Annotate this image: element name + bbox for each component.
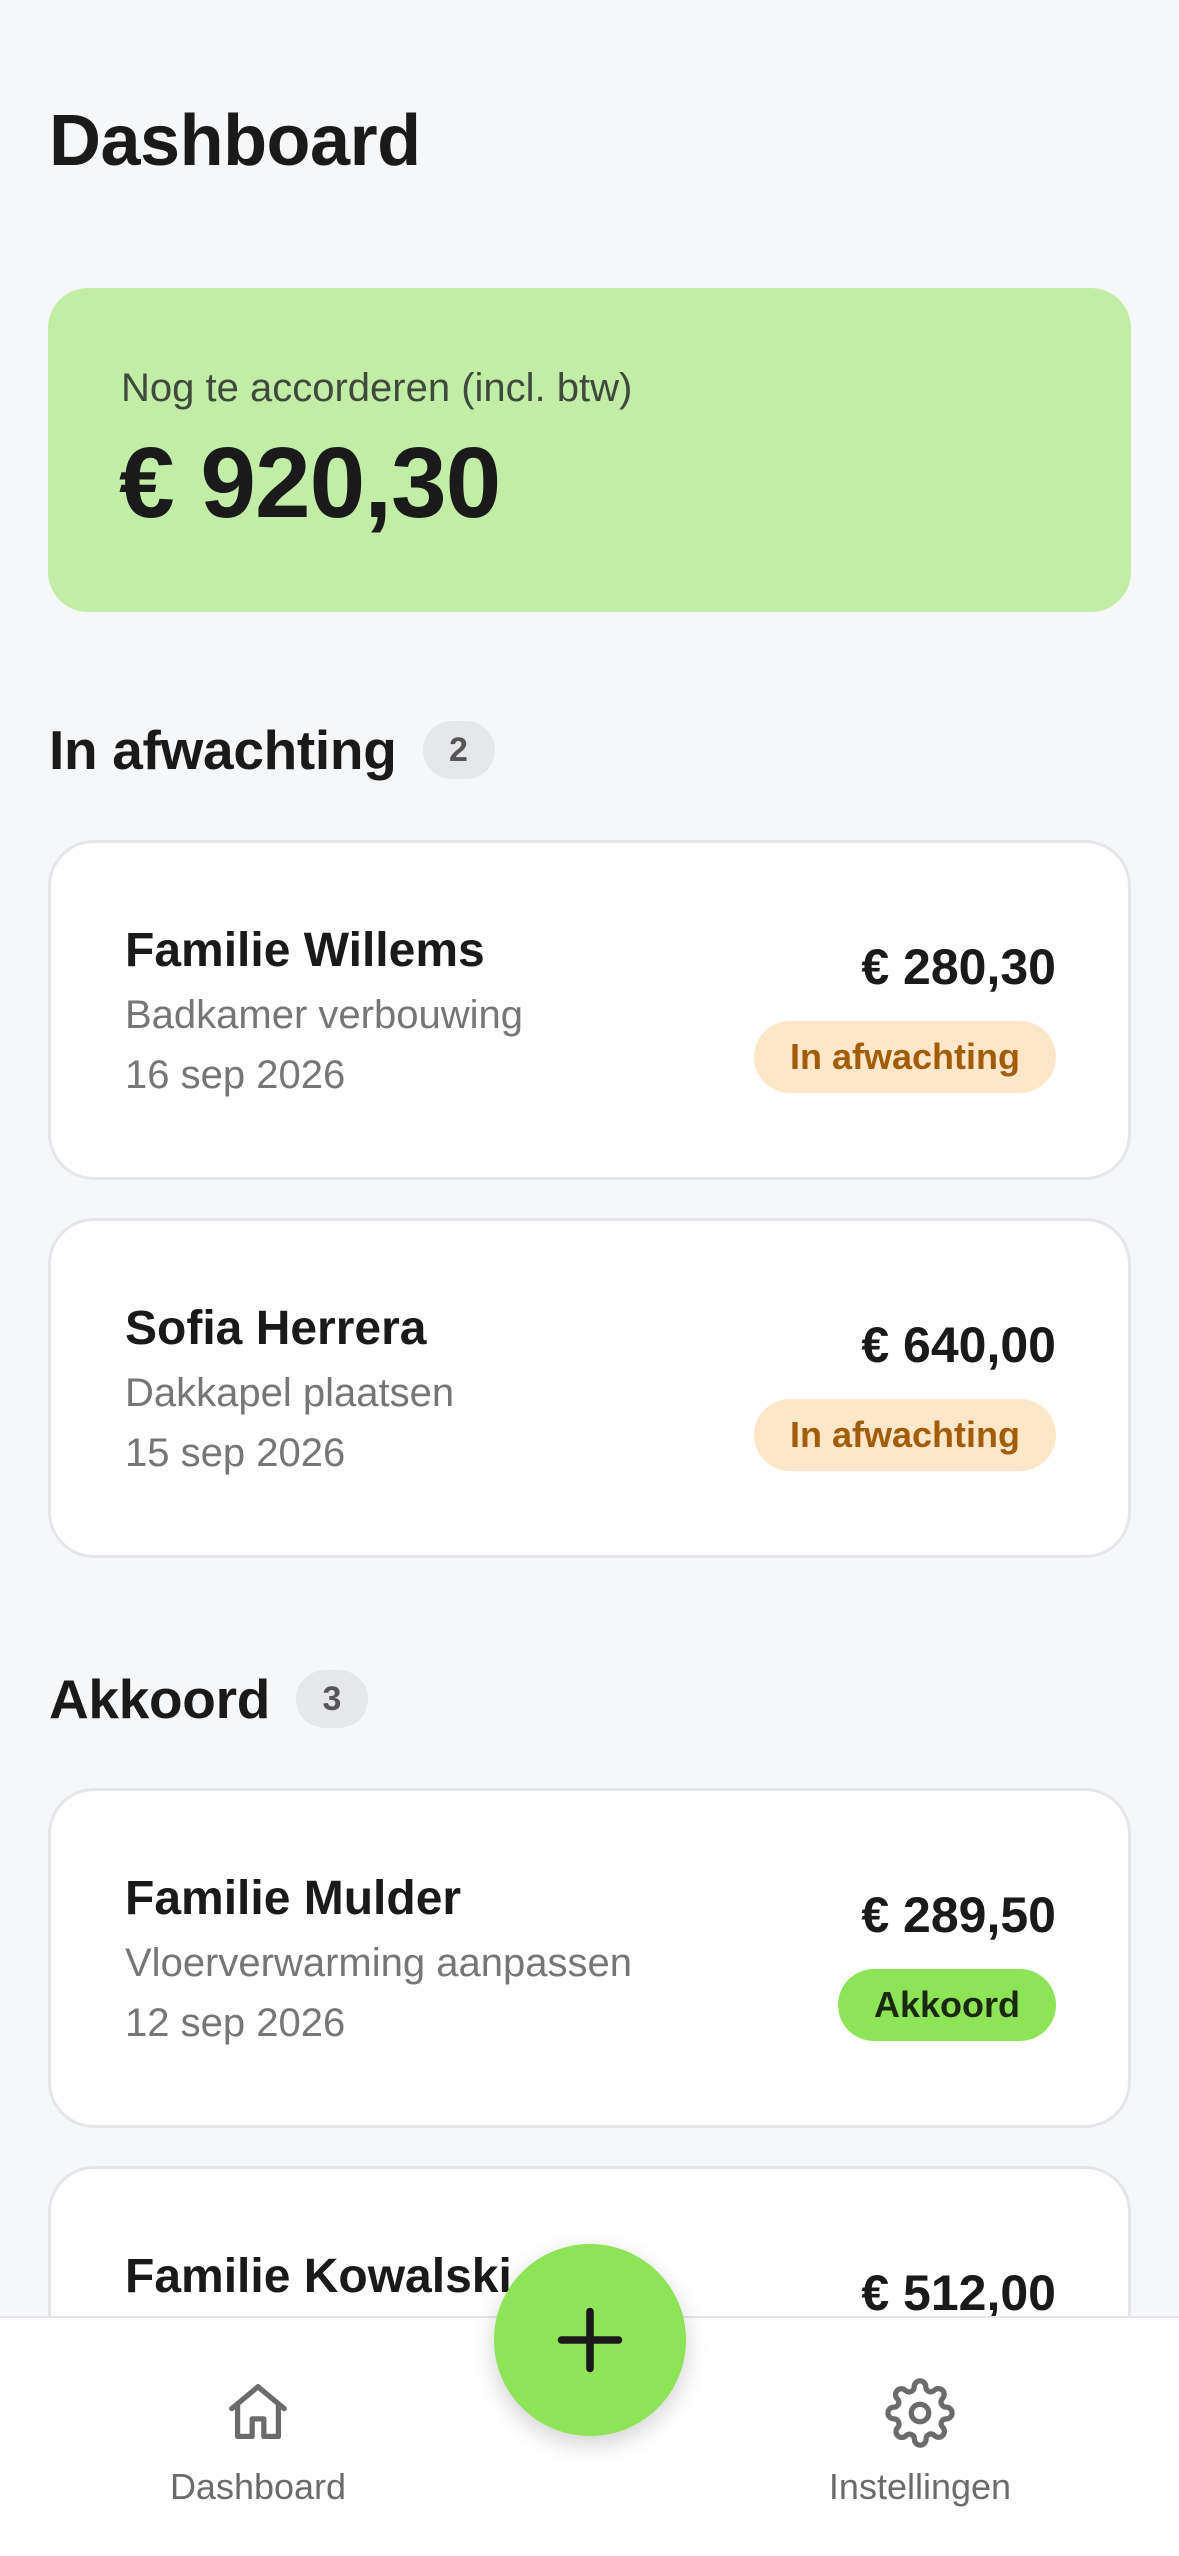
quote-amount: € 640,00 xyxy=(861,1317,1056,1373)
summary-label: Nog te accorderen (incl. btw) xyxy=(121,366,633,410)
quote-date: 15 sep 2026 xyxy=(125,1431,346,1475)
quote-card[interactable]: Familie Willems Badkamer verbouwing 16 s… xyxy=(48,840,1131,1180)
quote-date: 12 sep 2026 xyxy=(125,2001,346,2045)
section-header-pending: In afwachting 2 xyxy=(49,718,495,782)
count-badge: 3 xyxy=(296,1670,368,1728)
nav-label: Dashboard xyxy=(169,2466,347,2507)
count-badge: 2 xyxy=(422,721,495,779)
quote-amount: € 289,50 xyxy=(861,1887,1056,1943)
client-name: Sofia Herrera xyxy=(125,1302,427,1355)
status-badge: Akkoord xyxy=(837,1969,1056,2041)
summary-card: Nog te accorderen (incl. btw) € 920,30 xyxy=(48,288,1131,612)
quote-amount: € 512,00 xyxy=(861,2265,1056,2321)
dashboard-screen: Dashboard Nog te accorderen (incl. btw) … xyxy=(0,0,1179,2556)
section-header-approved: Akkoord 3 xyxy=(49,1667,368,1731)
quote-card[interactable]: Sofia Herrera Dakkapel plaatsen 15 sep 2… xyxy=(48,1218,1131,1558)
nav-item-dashboard[interactable]: Dashboard xyxy=(108,2378,408,2508)
nav-item-settings[interactable]: Instellingen xyxy=(770,2378,1070,2508)
quote-description: Badkamer verbouwing xyxy=(125,993,523,1037)
status-badge: In afwachting xyxy=(753,1021,1056,1093)
section-title: In afwachting xyxy=(49,719,397,781)
page-title: Dashboard xyxy=(49,101,421,181)
quote-description: Vloerverwarming aanpassen xyxy=(125,1941,632,1985)
home-icon xyxy=(229,2384,287,2439)
nav-label: Instellingen xyxy=(828,2466,1012,2507)
quote-date: 16 sep 2026 xyxy=(125,1053,346,1097)
quote-amount: € 280,30 xyxy=(861,939,1056,995)
gear-icon xyxy=(885,2378,955,2448)
quote-description: Dakkapel plaatsen xyxy=(125,1371,455,1415)
quote-card[interactable]: Familie Mulder Vloerverwarming aanpassen… xyxy=(48,1788,1131,2128)
status-badge: In afwachting xyxy=(753,1399,1056,1471)
summary-amount: € 920,30 xyxy=(119,427,501,539)
section-title: Akkoord xyxy=(49,1668,270,1730)
client-name: Familie Willems xyxy=(125,924,485,977)
client-name: Familie Mulder xyxy=(125,1872,462,1925)
add-button[interactable] xyxy=(494,2244,686,2436)
client-name: Familie Kowalski xyxy=(125,2250,512,2303)
plus-icon xyxy=(557,2307,623,2373)
